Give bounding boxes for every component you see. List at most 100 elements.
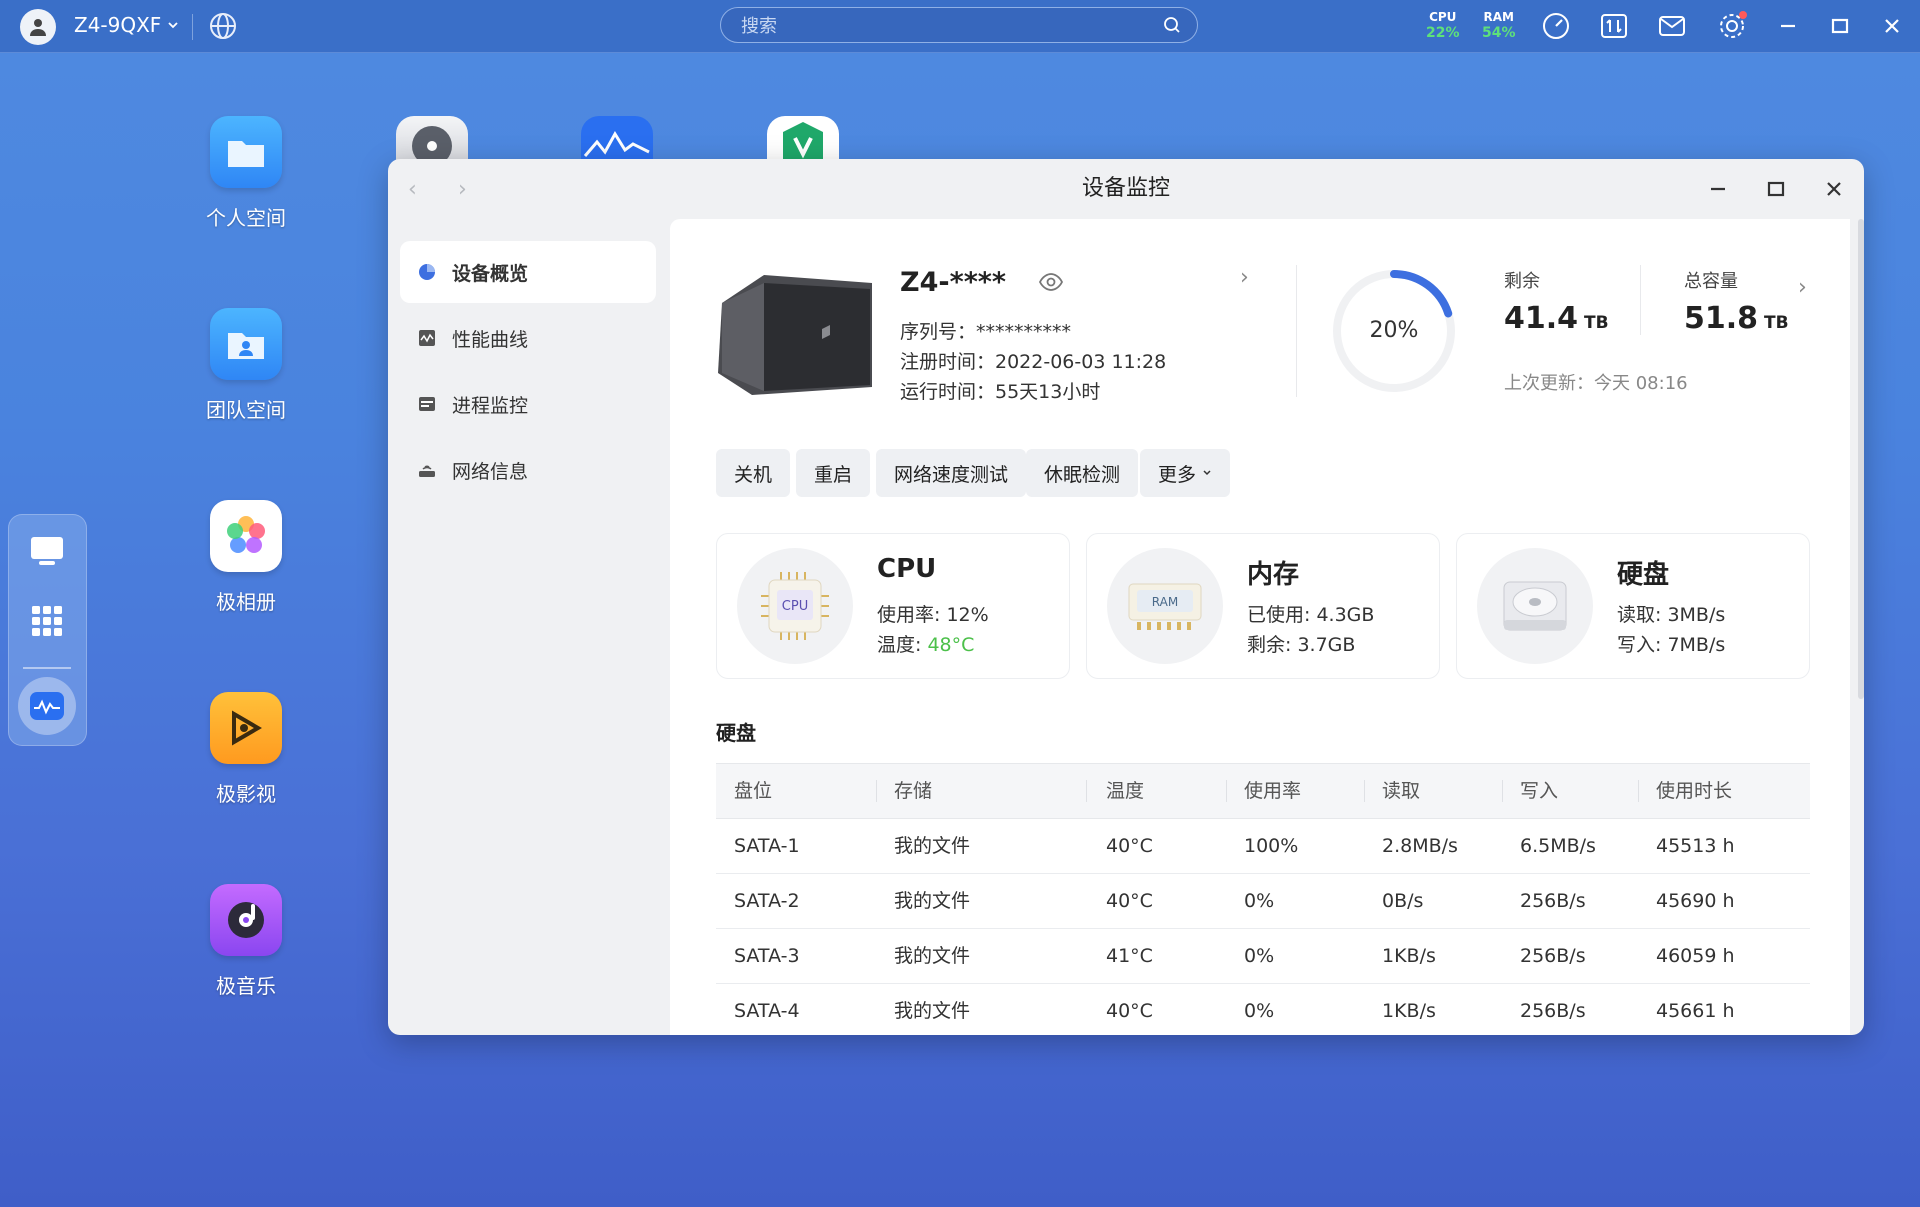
table-row[interactable]: SATA-4 我的文件 40°C 0% 1KB/s 256B/s 45661 h (716, 984, 1810, 1035)
settings-icon[interactable] (1716, 10, 1748, 42)
app-disc-icon (412, 126, 452, 160)
column-header[interactable]: 存储 (894, 764, 932, 818)
restart-button[interactable]: 重启 (796, 449, 871, 497)
column-divider (876, 780, 877, 802)
cpu-temp-value: 48°C (927, 634, 975, 656)
sidebar-item-performance[interactable]: 性能曲线 (400, 307, 656, 369)
table-row[interactable]: SATA-2 我的文件 40°C 0% 0B/s 256B/s 45690 h (716, 874, 1810, 929)
sidebar-item-network[interactable]: 网络信息 (400, 439, 656, 501)
disk-card-title: 硬盘 (1617, 560, 1670, 590)
memory-card[interactable]: RAM 内存 已使用: 4.3GB 剩余: 3.7GB (1086, 533, 1440, 679)
mail-icon[interactable] (1656, 10, 1688, 42)
dock-divider (23, 667, 71, 669)
cpu-stat-label: CPU (1429, 10, 1457, 24)
sidebar-item-label: 网络信息 (452, 460, 529, 483)
process-icon (416, 393, 438, 415)
column-divider (1638, 780, 1639, 802)
desktop-icon-photos[interactable]: 极相册 (166, 500, 326, 615)
column-divider (1502, 780, 1503, 802)
device-name: Z4-9QXF (74, 13, 162, 37)
cpu-card-title: CPU (877, 554, 937, 584)
desktop-icon-label: 团队空间 (206, 398, 286, 422)
table-row[interactable]: SATA-3 我的文件 41°C 0% 1KB/s 256B/s 46059 h (716, 929, 1810, 984)
column-divider (1086, 780, 1087, 802)
storage-usage-percent: 20% (1369, 318, 1419, 343)
cpu-stat-value: 22% (1426, 25, 1460, 41)
forward-arrow-icon[interactable]: › (458, 177, 467, 202)
divider (192, 14, 193, 40)
disk-card[interactable]: 硬盘 读取: 3MB/s 写入: 7MB/s (1456, 533, 1810, 679)
hidden-app-icon-vpn[interactable] (767, 116, 839, 160)
column-header[interactable]: 温度 (1106, 764, 1144, 818)
device-switcher[interactable]: Z4-9QXF (74, 13, 179, 37)
column-header[interactable]: 使用时长 (1656, 764, 1732, 818)
column-header[interactable]: 盘位 (734, 764, 772, 818)
cpu-temperature: 温度: 48°C (877, 630, 974, 657)
eye-icon[interactable] (1038, 269, 1064, 295)
desktop-icon-personal-space[interactable]: 个人空间 (166, 116, 326, 231)
cpu-card[interactable]: CPU CPU 使用率: 12% 温度: 48°C (716, 533, 1070, 679)
cpu-temp-label: 温度: (877, 634, 928, 656)
desktop-icon-label: 极音乐 (216, 974, 276, 998)
temperature-cell: 40°C (1106, 1000, 1153, 1022)
globe-icon[interactable] (208, 11, 238, 41)
user-icon (30, 19, 46, 36)
grid-icon (32, 606, 62, 636)
more-dropdown-button[interactable]: 更多 (1140, 449, 1231, 497)
desktop-icon-music[interactable]: 极音乐 (166, 884, 326, 999)
dock-device-monitor-button[interactable] (18, 677, 76, 735)
photos-flower-icon (210, 500, 282, 572)
chart-icon (416, 327, 438, 349)
column-header[interactable]: 使用率 (1244, 764, 1301, 818)
minimize-icon[interactable] (1772, 10, 1804, 42)
window-close-icon[interactable] (1820, 175, 1848, 203)
monitor-icon (31, 537, 63, 565)
hours-cell: 46059 h (1656, 945, 1735, 967)
device-details-chevron-icon[interactable]: › (1240, 265, 1249, 290)
transfer-icon[interactable] (1598, 10, 1630, 42)
sleep-check-button[interactable]: 休眠检测 (1026, 449, 1139, 497)
window-minimize-icon[interactable] (1704, 175, 1732, 203)
search-icon[interactable] (1163, 16, 1181, 34)
search-box[interactable] (720, 7, 1198, 43)
network-speed-test-button[interactable]: 网络速度测试 (876, 449, 1027, 497)
desktop-icon-video[interactable]: 极影视 (166, 692, 326, 807)
ram-stat[interactable]: RAM 54% (1482, 10, 1516, 42)
table-row[interactable]: SATA-1 我的文件 40°C 100% 2.8MB/s 6.5MB/s 45… (716, 819, 1810, 874)
shutdown-button[interactable]: 关机 (716, 449, 791, 497)
device-name: Z4-**** (900, 267, 1007, 298)
search-input[interactable] (739, 15, 1143, 38)
hidden-app-icon-settings[interactable] (396, 116, 468, 160)
hours-cell: 45513 h (1656, 835, 1735, 857)
dock-apps-button[interactable] (25, 599, 69, 643)
window-title: 设备监控 (1081, 176, 1170, 201)
notification-dot (1739, 11, 1747, 19)
read-cell: 2.8MB/s (1382, 835, 1458, 857)
slot-cell: SATA-3 (734, 945, 800, 967)
storage-details-chevron-icon[interactable]: › (1798, 275, 1807, 300)
column-header[interactable]: 读取 (1382, 764, 1420, 818)
maximize-icon[interactable] (1824, 10, 1856, 42)
router-icon (416, 459, 438, 481)
free-unit: TB (1584, 313, 1609, 333)
back-arrow-icon[interactable]: ‹ (408, 177, 417, 202)
disk-read: 读取: 3MB/s (1617, 604, 1726, 626)
close-icon[interactable] (1876, 10, 1908, 42)
scrollbar[interactable] (1858, 219, 1864, 699)
device-monitor-window: 设备监控 ‹ › 设备概览 性能曲线 进程监控 网络信息 Z4-**** › 序… (388, 159, 1864, 1035)
ram-stat-value: 54% (1482, 25, 1516, 41)
sidebar-item-process[interactable]: 进程监控 (400, 373, 656, 435)
desktop-icon-team-space[interactable]: 团队空间 (166, 308, 326, 423)
column-header[interactable]: 写入 (1520, 764, 1558, 818)
desktop-icon-label: 极影视 (216, 782, 276, 806)
window-maximize-icon[interactable] (1762, 175, 1790, 203)
dock-desktop-button[interactable] (25, 529, 69, 573)
cpu-stat[interactable]: CPU 22% (1426, 10, 1460, 42)
overview-icon (416, 261, 438, 283)
sidebar-item-overview[interactable]: 设备概览 (400, 241, 656, 303)
chevron-down-icon (1203, 470, 1211, 476)
hidden-app-icon-monitor[interactable] (581, 116, 653, 160)
user-avatar[interactable] (20, 9, 56, 45)
speedometer-icon[interactable] (1540, 10, 1572, 42)
hours-cell: 45661 h (1656, 1000, 1735, 1022)
